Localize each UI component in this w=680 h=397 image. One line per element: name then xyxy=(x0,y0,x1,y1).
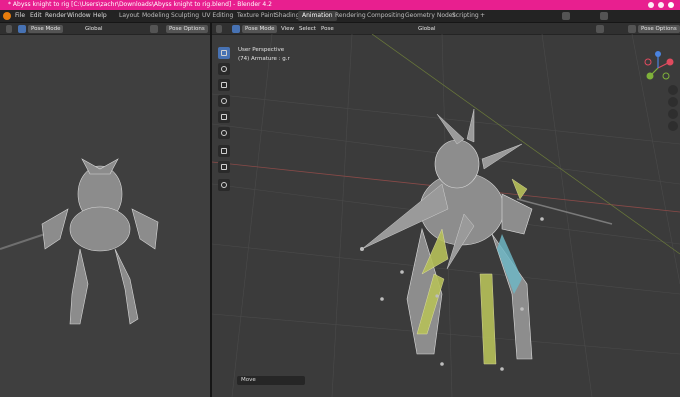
menu-window[interactable]: Window xyxy=(67,10,91,22)
select-box-icon[interactable] xyxy=(18,24,26,33)
cursor-icon[interactable] xyxy=(218,63,230,75)
grid-icon[interactable] xyxy=(668,121,678,131)
hand-icon[interactable] xyxy=(668,97,678,107)
title-bar: * Abyss knight to rig [C:\Users\zachr\Do… xyxy=(0,0,680,10)
left-mode-dropdown[interactable]: Pose Mode xyxy=(28,24,64,33)
menu-file[interactable]: File xyxy=(15,10,25,22)
window-title: * Abyss knight to rig [C:\Users\zachr\Do… xyxy=(8,1,272,8)
overlay-icon[interactable] xyxy=(596,24,604,33)
menu-view[interactable]: View xyxy=(278,25,297,33)
blender-logo-icon[interactable] xyxy=(3,12,11,20)
left-pose-options[interactable]: Pose Options xyxy=(166,24,208,33)
menu-help[interactable]: Help xyxy=(93,10,107,22)
select-box-icon[interactable] xyxy=(218,47,230,59)
view-layer-icon[interactable] xyxy=(600,12,608,20)
transform-icon[interactable] xyxy=(218,127,230,139)
tab-uv-editing[interactable]: UV Editing xyxy=(198,11,237,21)
editor-type-icon[interactable] xyxy=(6,24,12,33)
scene-icon[interactable] xyxy=(562,12,570,20)
solid-shading-icon[interactable] xyxy=(628,24,636,33)
menu-edit[interactable]: Edit xyxy=(30,10,42,22)
left-3d-viewport[interactable]: Pose Mode Global Pose Options xyxy=(0,23,210,397)
view-name-label: User Perspective xyxy=(238,47,285,53)
right-orientation-dropdown[interactable]: Global xyxy=(415,25,439,33)
close-icon[interactable] xyxy=(668,2,674,8)
move-icon[interactable] xyxy=(218,79,230,91)
maximize-icon[interactable] xyxy=(658,2,664,8)
menu-pose[interactable]: Pose xyxy=(318,25,337,33)
right-pose-options[interactable]: Pose Options xyxy=(638,24,680,33)
menu-select[interactable]: Select xyxy=(296,25,319,33)
editor-type-icon[interactable] xyxy=(216,24,222,33)
top-menu-bar: File Edit Render Window Help Layout Mode… xyxy=(0,10,680,23)
scale-icon[interactable] xyxy=(218,111,230,123)
operator-label: Move xyxy=(241,377,256,383)
active-object-label: (74) Armature : g.r xyxy=(238,56,290,62)
menu-render[interactable]: Render xyxy=(45,10,66,22)
viewport-scene xyxy=(212,34,680,397)
relax-icon[interactable] xyxy=(218,179,230,191)
right-mode-dropdown[interactable]: Pose Mode xyxy=(242,24,278,33)
zoom-icon[interactable] xyxy=(668,85,678,95)
add-workspace-button[interactable]: + xyxy=(476,11,489,21)
measure-icon[interactable] xyxy=(218,161,230,173)
overlay-icon[interactable] xyxy=(150,24,158,33)
annotate-icon[interactable] xyxy=(218,145,230,157)
character-model-left xyxy=(0,158,159,325)
rotate-icon[interactable] xyxy=(218,95,230,107)
left-orientation-dropdown[interactable]: Global xyxy=(82,25,106,33)
minimize-icon[interactable] xyxy=(648,2,654,8)
camera-icon[interactable] xyxy=(668,109,678,119)
select-box-icon[interactable] xyxy=(232,24,240,33)
navigation-gizmo[interactable] xyxy=(640,51,676,85)
last-operator-panel[interactable]: Move xyxy=(237,376,305,385)
right-3d-viewport[interactable]: Pose Mode View Select Pose Global Pose O… xyxy=(212,23,680,397)
